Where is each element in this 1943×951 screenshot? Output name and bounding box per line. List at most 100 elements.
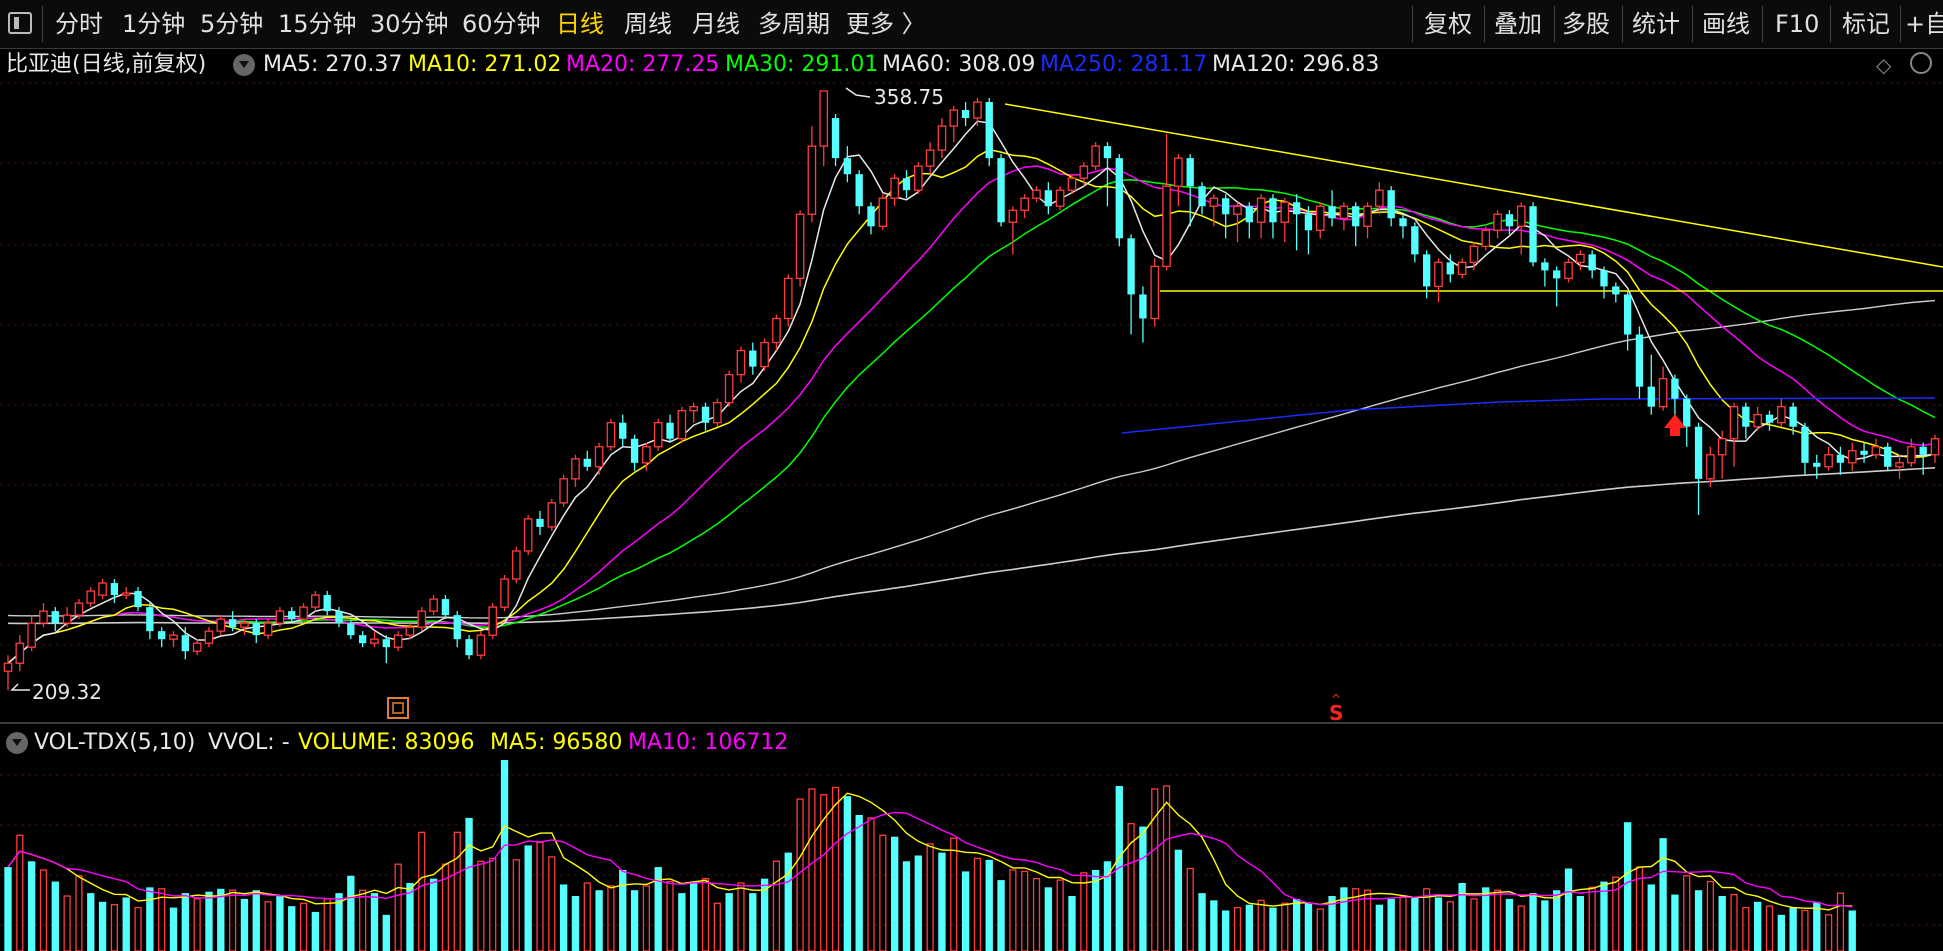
candle-body-down — [831, 118, 840, 159]
volume-bar-up — [831, 786, 840, 951]
volume-bar-up — [1257, 899, 1265, 951]
candle-body-down — [1446, 262, 1454, 275]
volume-bar-down — [429, 878, 438, 951]
volume-bar-up — [1186, 867, 1194, 951]
candle-body-down — [1813, 462, 1821, 467]
volume-bar-down — [1718, 896, 1726, 951]
volume-bars — [4, 760, 1856, 951]
volume-bar-up — [867, 817, 875, 951]
candle-body-down — [335, 611, 343, 624]
volume-bar-down — [1541, 900, 1549, 951]
candle-body-up — [1481, 229, 1491, 247]
candle-body-down — [666, 422, 674, 439]
volume-bar-up — [418, 831, 426, 951]
candle-body-down — [228, 619, 237, 628]
volume-bar-up — [1032, 878, 1041, 951]
volume-bar-down — [1659, 838, 1667, 951]
volume-bar-down — [630, 890, 639, 951]
volume-bar-up — [607, 885, 615, 951]
candle-body-down — [252, 623, 260, 636]
candle-body-down — [1683, 398, 1691, 427]
candle-body-up — [311, 594, 320, 608]
candle-body-down — [1399, 218, 1407, 227]
volume-bar-down — [1044, 887, 1053, 951]
candle-body-down — [158, 631, 166, 640]
candle-body-up — [523, 518, 533, 552]
candle-body-up — [405, 626, 415, 636]
volume-bar-up — [1009, 869, 1017, 951]
candle-body-up — [1564, 261, 1573, 280]
candle-body-down — [867, 206, 875, 227]
volume-bar-up — [1742, 906, 1750, 951]
candle-body-down — [1505, 214, 1514, 227]
candle-body-up — [1150, 265, 1160, 320]
volume-bar-up — [110, 904, 119, 951]
volume-bar-up — [1021, 870, 1029, 951]
candle-body-down — [1836, 454, 1845, 463]
volume-bar-up — [489, 857, 497, 951]
volume-bar-up — [666, 880, 674, 951]
candle-body-down — [1292, 202, 1301, 215]
candle-body-up — [571, 458, 580, 480]
candle-body-up — [1008, 209, 1018, 223]
ma10-line — [7, 148, 1936, 664]
volume-bar-down — [902, 861, 911, 951]
candle-body-up — [169, 634, 178, 640]
candle-body-up — [74, 602, 84, 616]
candle-body-up — [713, 402, 722, 424]
candle-body-up — [795, 213, 805, 280]
volume-bar-down — [997, 880, 1005, 951]
candle-body-up — [1233, 205, 1242, 215]
candle-body-up — [1079, 165, 1089, 179]
candle-body-up — [783, 277, 793, 320]
volume-bar-down — [938, 852, 946, 951]
volume-bar-down — [4, 867, 12, 951]
volume-bar-up — [1706, 880, 1714, 951]
volume-bar-down — [1576, 896, 1585, 951]
candle-body-up — [86, 590, 96, 604]
volume-bar-up — [229, 889, 237, 951]
volume-bar-down — [843, 796, 852, 951]
candle-body-up — [1067, 177, 1077, 191]
event-box-icon — [387, 697, 409, 719]
candle-body-down — [985, 102, 993, 159]
candle-body-up — [1162, 185, 1171, 268]
candle-body-down — [1612, 286, 1620, 295]
candle-body-up — [1776, 406, 1786, 424]
volume-bar-down — [1387, 898, 1395, 951]
volume-bar-up — [973, 857, 982, 951]
candle-body-down — [1541, 262, 1549, 271]
ma250-white-line — [7, 467, 1936, 625]
candle-body-down — [1411, 226, 1419, 255]
volume-bar-up — [512, 859, 520, 951]
candle-body-up — [3, 662, 13, 672]
candle-body-up — [677, 410, 687, 440]
signal-hat: ^ — [1331, 692, 1341, 706]
candle-body-up — [204, 630, 214, 644]
candle-body-down — [1186, 158, 1194, 187]
volume-bar-up — [1824, 914, 1833, 951]
volume-bar-down — [1434, 897, 1443, 951]
volume-bar-up — [1730, 893, 1738, 951]
candle-body-up — [1824, 454, 1833, 468]
candle-body-up — [275, 610, 285, 624]
volume-bar-up — [1162, 785, 1171, 951]
volume-bar-down — [1222, 910, 1230, 951]
ma120-line — [7, 299, 1936, 619]
volume-bar-down — [985, 859, 993, 951]
candle-body-down — [1115, 158, 1123, 239]
high-price-label: 358.75 — [874, 85, 944, 109]
volume-bar-down — [1789, 907, 1797, 951]
volume-bar-down — [749, 893, 757, 951]
candle-body-down — [288, 611, 296, 620]
volume-bar-up — [536, 841, 544, 951]
price-volume-chart[interactable]: 358.75 209.32 S ^ — [0, 0, 1943, 951]
candle-body-up — [1576, 253, 1585, 264]
candle-body-down — [347, 623, 355, 636]
candle-body-up — [121, 592, 131, 596]
candle-body-down — [1139, 294, 1147, 319]
volume-bar-up — [359, 889, 367, 951]
grid-lines — [0, 82, 1943, 926]
volume-bar-up — [1080, 872, 1088, 951]
low-pointer — [10, 683, 30, 691]
